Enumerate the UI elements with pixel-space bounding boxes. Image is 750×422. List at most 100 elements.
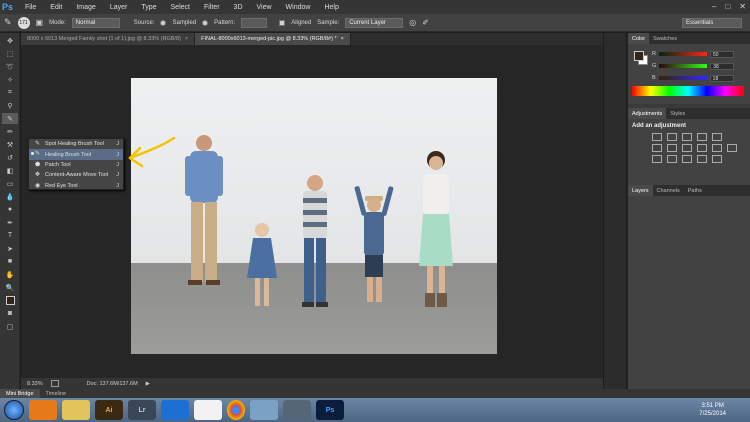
menu-type[interactable]: Type	[134, 4, 163, 11]
document-tab-1[interactable]: 8000 x 6013 Merged Family shot (1 of 1).…	[21, 33, 196, 45]
clone-stamp-tool-icon[interactable]: ⚒	[2, 139, 18, 150]
shape-tool-icon[interactable]: ■	[2, 256, 18, 267]
workspace-select[interactable]: Essentials	[682, 18, 742, 28]
healing-brush-tool-icon[interactable]: ✎	[4, 17, 12, 28]
marquee-tool-icon[interactable]: ⬚	[2, 48, 18, 59]
flyout-item-healing-brush[interactable]: ✎ Healing Brush Tool J	[29, 149, 123, 160]
history-brush-tool-icon[interactable]: ↺	[2, 152, 18, 163]
green-slider[interactable]	[659, 64, 708, 68]
tab-channels[interactable]: Channels	[653, 185, 684, 196]
taskbar-chrome[interactable]	[227, 400, 245, 420]
screen-mode-icon[interactable]: ▢	[2, 321, 18, 332]
taskbar-photo-viewer[interactable]	[250, 400, 278, 420]
taskbar-picasa[interactable]	[194, 400, 222, 420]
levels-icon[interactable]	[667, 133, 677, 141]
photo-filter-icon[interactable]	[697, 144, 707, 152]
hue-saturation-icon[interactable]	[652, 144, 662, 152]
color-lookup-icon[interactable]	[727, 144, 737, 152]
taskbar-photoshop-elements[interactable]	[161, 400, 189, 420]
blue-value[interactable]: 18	[709, 74, 734, 82]
system-clock[interactable]: 3:51 PM 7/25/2014	[699, 402, 726, 418]
type-tool-icon[interactable]: T	[2, 230, 18, 241]
start-button[interactable]	[4, 400, 24, 420]
tab-styles[interactable]: Styles	[666, 108, 689, 119]
taskbar-remote-desktop[interactable]	[283, 400, 311, 420]
red-value[interactable]: 50	[709, 50, 734, 58]
brightness-contrast-icon[interactable]	[652, 133, 662, 141]
pressure-size-icon[interactable]: ✐	[422, 18, 429, 27]
close-icon[interactable]: ×	[185, 36, 188, 42]
exposure-icon[interactable]	[697, 133, 707, 141]
export-icon[interactable]	[50, 380, 59, 387]
tab-paths[interactable]: Paths	[684, 185, 706, 196]
pattern-radio[interactable]	[202, 19, 209, 26]
status-menu-arrow-icon[interactable]: ▶	[146, 381, 150, 387]
color-spectrum[interactable]	[632, 86, 744, 96]
tab-layers[interactable]: Layers	[628, 185, 653, 196]
eyedropper-tool-icon[interactable]: ⚲	[2, 100, 18, 111]
taskbar-photoshop[interactable]: Ps	[316, 400, 344, 420]
taskbar-lightroom[interactable]: Lr	[128, 400, 156, 420]
selective-color-icon[interactable]	[712, 155, 722, 163]
aligned-checkbox[interactable]	[279, 19, 286, 26]
crop-tool-icon[interactable]: ⌗	[2, 87, 18, 98]
menu-layer[interactable]: Layer	[103, 4, 135, 11]
blue-slider[interactable]	[658, 76, 707, 80]
eraser-tool-icon[interactable]: ◧	[2, 165, 18, 176]
document-tab-2[interactable]: FINAL-8000x6013-merged-pic.jpg @ 8.33% (…	[195, 33, 351, 45]
flyout-item-spot-healing[interactable]: ✎ Spot Healing Brush Tool J	[29, 139, 123, 149]
path-select-tool-icon[interactable]: ➤	[2, 243, 18, 254]
close-icon[interactable]: ×	[341, 36, 344, 42]
curves-icon[interactable]	[682, 133, 692, 141]
flyout-item-patch[interactable]: ⬟ Patch Tool J	[29, 160, 123, 170]
maximize-icon[interactable]: □	[725, 2, 730, 11]
menu-edit[interactable]: Edit	[43, 4, 69, 11]
healing-brush-tool-icon[interactable]: ✎	[2, 113, 18, 124]
pattern-picker[interactable]	[241, 17, 268, 28]
menu-image[interactable]: Image	[69, 4, 102, 11]
taskbar-explorer[interactable]	[62, 400, 90, 420]
lasso-tool-icon[interactable]: ➰	[2, 61, 18, 72]
tab-timeline[interactable]: Timeline	[40, 389, 73, 398]
foreground-color-swatch[interactable]	[634, 51, 644, 61]
mode-select[interactable]: Normal	[71, 17, 120, 28]
tab-swatches[interactable]: Swatches	[649, 33, 681, 44]
ignore-adjustment-layers-icon[interactable]: ◎	[409, 18, 416, 27]
quick-mask-icon[interactable]: ◙	[2, 308, 18, 319]
minimize-icon[interactable]: –	[712, 2, 716, 11]
dodge-tool-icon[interactable]: ●	[2, 204, 18, 215]
sample-select[interactable]: Current Layer	[345, 17, 404, 28]
zoom-level[interactable]: 8.33%	[27, 381, 43, 387]
flyout-item-content-aware-move[interactable]: ✥ Content-Aware Move Tool J	[29, 170, 123, 180]
brush-tool-icon[interactable]: ✏	[2, 126, 18, 137]
menu-window[interactable]: Window	[279, 4, 318, 11]
family-photo[interactable]	[131, 78, 497, 354]
red-slider[interactable]	[658, 52, 707, 56]
blur-tool-icon[interactable]: 💧	[2, 191, 18, 202]
invert-icon[interactable]	[652, 155, 662, 163]
threshold-icon[interactable]	[682, 155, 692, 163]
gradient-map-icon[interactable]	[697, 155, 707, 163]
taskbar-illustrator[interactable]: Ai	[95, 400, 123, 420]
posterize-icon[interactable]	[667, 155, 677, 163]
menu-file[interactable]: File	[18, 4, 43, 11]
green-value[interactable]: 38	[710, 62, 735, 70]
pen-tool-icon[interactable]: ✒	[2, 217, 18, 228]
menu-3d[interactable]: 3D	[227, 4, 250, 11]
move-tool-icon[interactable]: ✥	[2, 35, 18, 46]
brush-size-preset[interactable]: 171	[17, 16, 30, 29]
menu-view[interactable]: View	[250, 4, 279, 11]
hand-tool-icon[interactable]: ✋	[2, 269, 18, 280]
zoom-tool-icon[interactable]: 🔍	[2, 282, 18, 293]
gradient-tool-icon[interactable]: ▭	[2, 178, 18, 189]
flyout-item-red-eye[interactable]: ◉ Red Eye Tool J	[29, 181, 123, 191]
foreground-background-swatch[interactable]	[2, 295, 18, 306]
canvas-background[interactable]	[21, 45, 603, 379]
menu-select[interactable]: Select	[164, 4, 197, 11]
brush-panel-icon[interactable]: ▣	[36, 18, 44, 27]
vibrance-icon[interactable]	[712, 133, 722, 141]
quick-select-tool-icon[interactable]: ✧	[2, 74, 18, 85]
taskbar-media-player[interactable]	[29, 400, 57, 420]
menu-filter[interactable]: Filter	[197, 4, 227, 11]
sampled-radio[interactable]	[160, 19, 167, 26]
